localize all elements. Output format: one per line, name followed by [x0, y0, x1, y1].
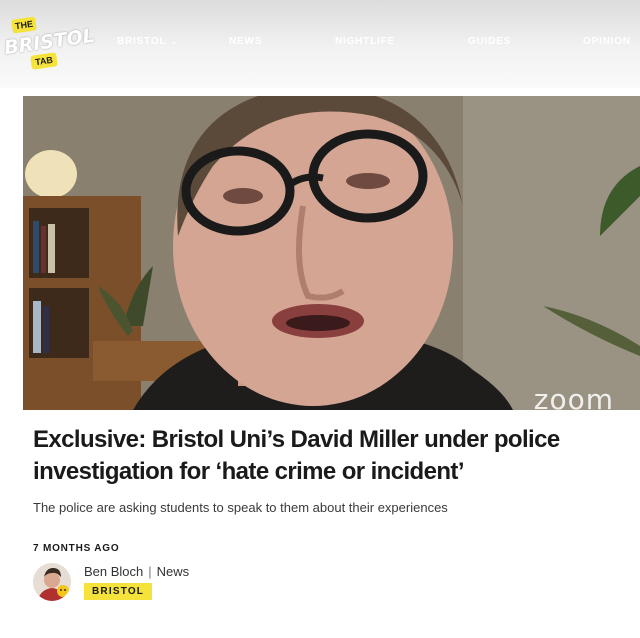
site-header: THE BRISTOL TAB BRISTOL ⌄ NEWS NIGHTLIFE … [0, 0, 640, 88]
article-time-ago: 7 MONTHS AGO [33, 543, 120, 554]
zoom-watermark: zoom [533, 383, 614, 410]
author-avatar[interactable] [33, 563, 71, 601]
logo-the: THE [11, 16, 37, 34]
hero-photo-illustration [23, 96, 640, 410]
logo-tab: TAB [30, 52, 58, 70]
nav-item-label: NIGHTLIFE [335, 36, 395, 47]
nav-item-label: BRISTOL [117, 36, 167, 47]
chevron-down-icon: ⌄ [170, 37, 178, 46]
nav-item-label: OPINION [583, 36, 631, 47]
author-name-link[interactable]: Ben Bloch [84, 564, 143, 579]
nav-item-guides[interactable]: GUIDES [468, 36, 511, 47]
nav-item-label: GUIDES [468, 36, 512, 47]
article-headline[interactable]: Exclusive: Bristol Uni’s David Miller un… [33, 424, 593, 488]
section-link[interactable]: News [157, 564, 190, 579]
byline-separator: | [148, 564, 152, 579]
nav-item-nightlife[interactable]: NIGHTLIFE [335, 36, 395, 47]
hero-image[interactable]: zoom [23, 96, 640, 410]
article-standfirst: The police are asking students to speak … [33, 500, 448, 515]
author-byline: Ben Bloch | News [84, 564, 189, 579]
location-tag[interactable]: BRISTOL [84, 583, 153, 600]
nav-item-bristol[interactable]: BRISTOL ⌄ [117, 36, 178, 47]
main-nav: BRISTOL ⌄ NEWS NIGHTLIFE GUIDES OPINION [0, 36, 640, 50]
nav-item-opinion[interactable]: OPINION [583, 36, 631, 47]
nav-item-label: NEWS [229, 36, 263, 47]
nav-item-news[interactable]: NEWS [229, 36, 262, 47]
author-avatar-icon [33, 563, 71, 601]
